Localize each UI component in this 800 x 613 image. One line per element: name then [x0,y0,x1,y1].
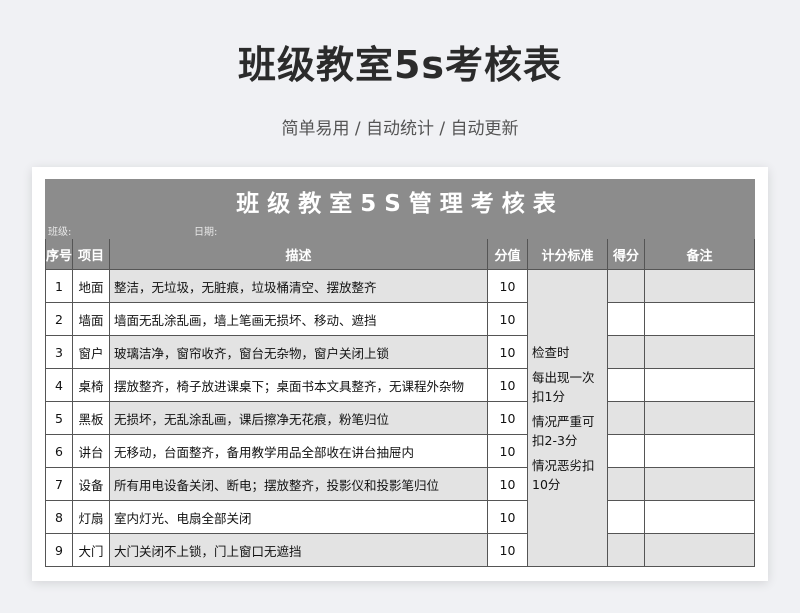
row-score: 10 [487,335,528,369]
score-cell[interactable] [607,434,645,468]
remarks-cell[interactable] [643,401,756,435]
row-item: 黑板 [72,401,110,435]
row-number: 5 [45,401,73,435]
sheet-banner: 班级教室5S管理考核表 [44,179,756,223]
row-item: 窗户 [72,335,110,369]
remarks-cell[interactable] [643,335,756,369]
remarks-cell[interactable] [643,467,756,501]
row-description: 无移动，台面整齐，备用教学用品全部收在讲台抽屉内 [109,434,488,468]
row-score: 10 [487,269,528,303]
score-cell[interactable] [607,368,645,402]
table-row: 8 灯扇 室内灯光、电扇全部关闭 10 [45,500,756,534]
criteria-line: 每出现一次扣1分 [532,369,595,404]
column-header: 序号 [45,238,73,270]
class-label: 班级: [48,227,72,238]
table-row: 4 桌椅 摆放整齐，椅子放进课桌下；桌面书本文具整齐，无课程外杂物 10 [45,368,756,402]
column-header: 分值 [487,238,528,270]
column-header: 备注 [643,238,756,270]
column-header: 描述 [109,238,488,270]
table-row: 2 墙面 墙面无乱涂乱画，墙上笔画无损坏、移动、遮挡 10 [45,302,756,336]
row-item: 大门 [72,533,110,567]
score-cell[interactable] [607,269,645,303]
row-score: 10 [487,434,528,468]
row-score: 10 [487,467,528,501]
row-description: 墙面无乱涂乱画，墙上笔画无损坏、移动、遮挡 [109,302,488,336]
remarks-cell[interactable] [643,434,756,468]
row-number: 2 [45,302,73,336]
row-number: 8 [45,500,73,534]
row-item: 讲台 [72,434,110,468]
row-item: 灯扇 [72,500,110,534]
sheet-banner-title: 班级教室5S管理考核表 [236,191,564,217]
table-row: 5 黑板 无损坏，无乱涂乱画，课后擦净无花痕，粉笔归位 10 [45,401,756,435]
table-row: 1 地面 整洁，无垃圾，无脏痕，垃圾桶清空、摆放整齐 10 检查时 每出现一次扣… [45,269,756,567]
row-description: 玻璃洁净，窗帘收齐，窗台无杂物，窗户关闭上锁 [109,335,488,369]
row-item: 设备 [72,467,110,501]
remarks-cell[interactable] [643,368,756,402]
column-header: 项目 [72,238,110,270]
row-number: 6 [45,434,73,468]
score-cell[interactable] [607,467,645,501]
row-item: 桌椅 [72,368,110,402]
table-row: 3 窗户 玻璃洁净，窗帘收齐，窗台无杂物，窗户关闭上锁 10 [45,335,756,369]
row-description: 所有用电设备关闭、断电；摆放整齐，投影仪和投影笔归位 [109,467,488,501]
criteria-line: 情况恶劣扣10分 [532,457,595,492]
remarks-cell[interactable] [643,533,756,567]
row-description: 整洁，无垃圾，无脏痕，垃圾桶清空、摆放整齐 [109,269,488,303]
row-score: 10 [487,401,528,435]
criteria-line: 情况严重可扣2-3分 [532,413,595,448]
info-row: 班级: 日期: [45,222,488,239]
row-score: 10 [487,302,528,336]
page-subtitle: 简单易用 / 自动统计 / 自动更新 [281,119,519,139]
row-number: 3 [45,335,73,369]
row-description: 无损坏，无乱涂乱画，课后擦净无花痕，粉笔归位 [109,401,488,435]
row-number: 4 [45,368,73,402]
scoring-criteria: 检查时 每出现一次扣1分 情况严重可扣2-3分 情况恶劣扣10分 [527,269,608,567]
row-score: 10 [487,533,528,567]
column-header: 得分 [607,238,645,270]
criteria-line: 检查时 [532,344,570,360]
spreadsheet-preview: 班级教室5S管理考核表 班级: 日期: 序号 项目 描述 分值 计分标准 得分 备… [32,167,768,581]
page-title: 班级教室5s考核表 [237,43,563,87]
column-header: 计分标准 [527,238,608,270]
row-number: 7 [45,467,73,501]
row-description: 摆放整齐，椅子放进课桌下；桌面书本文具整齐，无课程外杂物 [109,368,488,402]
row-number: 1 [45,269,73,303]
row-description: 大门关闭不上锁，门上窗口无遮挡 [109,533,488,567]
remarks-cell[interactable] [643,269,756,303]
remarks-cell[interactable] [643,302,756,336]
row-item: 地面 [72,269,110,303]
info-row-fill [486,222,756,239]
row-number: 9 [45,533,73,567]
score-cell[interactable] [607,335,645,369]
row-item: 墙面 [72,302,110,336]
row-description: 室内灯光、电扇全部关闭 [109,500,488,534]
date-label: 日期: [194,227,218,238]
score-cell[interactable] [607,302,645,336]
table-row: 7 设备 所有用电设备关闭、断电；摆放整齐，投影仪和投影笔归位 10 [45,467,756,501]
row-score: 10 [487,500,528,534]
row-score: 10 [487,368,528,402]
remarks-cell[interactable] [643,500,756,534]
table-row: 6 讲台 无移动，台面整齐，备用教学用品全部收在讲台抽屉内 10 [45,434,756,468]
score-cell[interactable] [607,401,645,435]
score-cell[interactable] [607,533,645,567]
assessment-table: 班级教室5S管理考核表 班级: 日期: 序号 项目 描述 分值 计分标准 得分 备… [44,179,756,567]
score-cell[interactable] [607,500,645,534]
table-row: 9 大门 大门关闭不上锁，门上窗口无遮挡 10 [45,533,756,567]
